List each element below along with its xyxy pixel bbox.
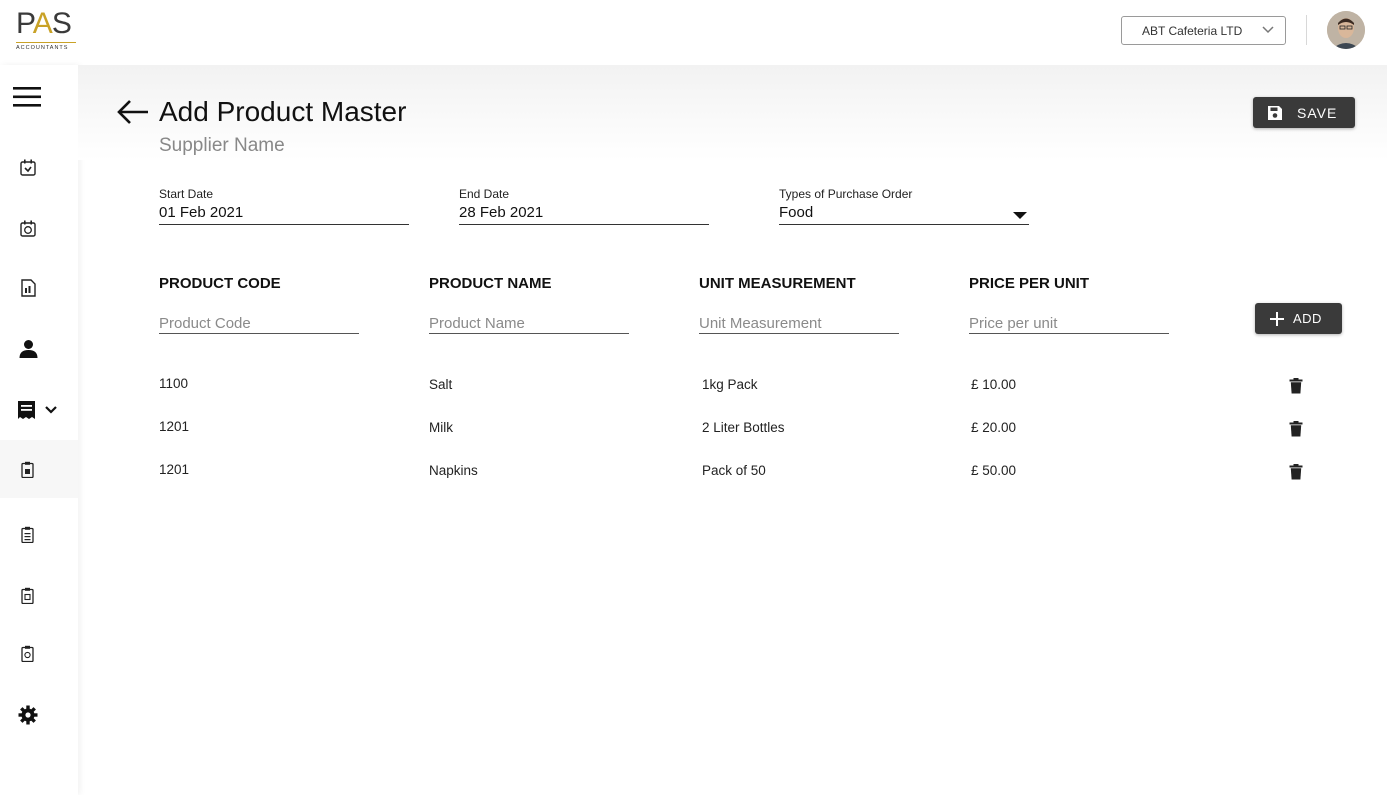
product-code-input[interactable]: [159, 313, 359, 334]
column-header-price-per-unit: PRICE PER UNIT: [969, 275, 1090, 292]
product-name-input[interactable]: [429, 313, 629, 334]
price-per-unit-input[interactable]: [969, 313, 1169, 334]
trash-icon[interactable]: [1289, 421, 1303, 437]
row-price: £ 10.00: [971, 377, 1017, 392]
column-header-product-code: PRODUCT CODE: [159, 275, 281, 292]
header-divider: [1306, 15, 1307, 45]
back-arrow-icon[interactable]: [116, 98, 150, 126]
avatar-photo: [1327, 11, 1365, 49]
trash-icon[interactable]: [1289, 378, 1303, 394]
end-date-field[interactable]: End Date 28 Feb 2021: [459, 187, 709, 225]
start-date-label: Start Date: [159, 187, 214, 201]
top-bar: PAS ACCOUNTANTS ABT Cafeteria LTD: [0, 0, 1387, 65]
row-price: £ 50.00: [971, 463, 1017, 478]
end-date-value[interactable]: 28 Feb 2021: [459, 204, 709, 225]
dropdown-arrow-icon: [1013, 212, 1027, 219]
company-select-value: ABT Cafeteria LTD: [1142, 23, 1243, 38]
row-product-name: Napkins: [429, 463, 478, 478]
clipboard-star-icon[interactable]: [21, 645, 99, 662]
row-product-code: 1100: [159, 376, 189, 391]
user-icon[interactable]: [19, 339, 97, 358]
table-row: 1201 Milk 2 Liter Bottles £ 20.00: [0, 419, 1387, 449]
column-header-product-name: PRODUCT NAME: [429, 275, 552, 292]
table-row: 1201 Napkins Pack of 50 £ 50.00: [0, 462, 1387, 492]
calendar-icon[interactable]: [20, 159, 98, 176]
row-price: £ 20.00: [971, 420, 1017, 435]
logo-subtext: ACCOUNTANTS: [16, 45, 69, 51]
gear-icon[interactable]: [18, 705, 96, 725]
trash-icon[interactable]: [1289, 464, 1303, 480]
company-logo[interactable]: PAS ACCOUNTANTS: [16, 8, 78, 54]
end-date-label: End Date: [459, 187, 510, 201]
po-type-label: Types of Purchase Order: [779, 187, 913, 201]
calendar-clock-icon[interactable]: [20, 220, 98, 237]
po-type-value: Food: [779, 204, 814, 221]
po-type-value-wrap[interactable]: Food: [779, 204, 1029, 225]
document-icon[interactable]: [21, 279, 99, 297]
page-title: Add Product Master: [159, 96, 407, 127]
add-button[interactable]: ADD: [1255, 303, 1342, 334]
row-product-name: Salt: [429, 377, 453, 392]
save-button[interactable]: SAVE: [1253, 97, 1355, 128]
logo-text: PAS: [16, 7, 72, 40]
clipboard-list-icon[interactable]: [21, 526, 99, 543]
table-row: 1100 Salt 1kg Pack £ 10.00: [0, 376, 1387, 406]
clipboard-check-icon[interactable]: [21, 587, 99, 604]
row-product-code: 1201: [159, 419, 190, 434]
row-unit-measurement: Pack of 50: [702, 463, 766, 478]
po-type-select[interactable]: Types of Purchase Order Food: [779, 187, 1029, 225]
supplier-name: Supplier Name: [159, 135, 285, 156]
plus-icon: [1270, 311, 1284, 326]
company-select[interactable]: ABT Cafeteria LTD: [1121, 16, 1286, 45]
unit-measurement-input[interactable]: [699, 313, 899, 334]
save-label: SAVE: [1297, 104, 1338, 121]
row-product-name: Milk: [429, 420, 453, 435]
add-label: ADD: [1293, 311, 1322, 326]
start-date-field[interactable]: Start Date 01 Feb 2021: [159, 187, 409, 225]
row-unit-measurement: 1kg Pack: [702, 377, 758, 392]
save-icon: [1268, 105, 1282, 120]
start-date-value[interactable]: 01 Feb 2021: [159, 204, 409, 225]
row-unit-measurement: 2 Liter Bottles: [702, 420, 785, 435]
chevron-down-icon: [1262, 26, 1274, 34]
row-product-code: 1201: [159, 462, 190, 477]
user-avatar[interactable]: [1327, 11, 1365, 49]
column-header-unit-measurement: UNIT MEASUREMENT: [699, 275, 856, 292]
